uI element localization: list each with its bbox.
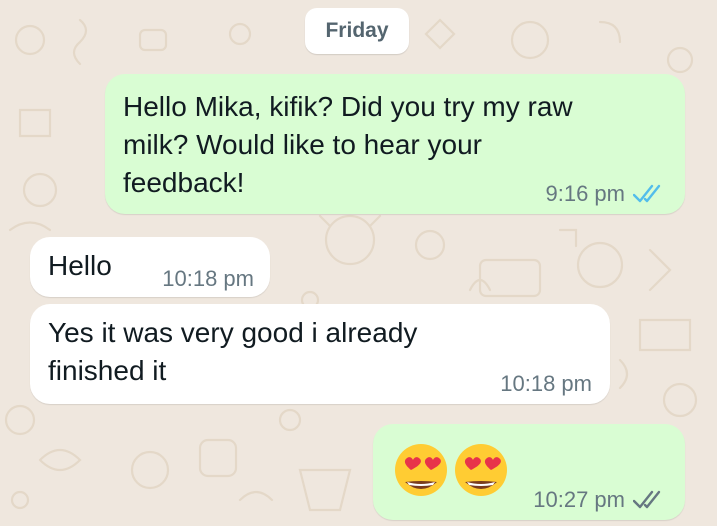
message-meta: 10:18 pm: [500, 372, 592, 396]
message-time: 9:16 pm: [545, 181, 626, 206]
message-time: 10:27 pm: [533, 487, 625, 512]
heart-eyes-emoji-icon: [453, 442, 509, 498]
message-meta: 10:27 pm: [533, 488, 667, 512]
message-bubble-incoming[interactable]: Hello 10:18 pm: [30, 237, 270, 297]
heart-eyes-emoji-icon: [393, 442, 449, 498]
message-bubble-outgoing[interactable]: 10:27 pm: [373, 424, 685, 520]
message-text: Yes it was very good i already finished …: [48, 317, 418, 386]
message-meta: 9:16 pm: [546, 182, 668, 206]
message-bubble-incoming[interactable]: Yes it was very good i already finished …: [30, 304, 610, 404]
message-time: 10:18 pm: [500, 371, 592, 396]
read-double-check-icon: [633, 184, 661, 203]
message-meta: 10:18 pm: [162, 267, 254, 291]
message-time: 10:18 pm: [162, 266, 254, 291]
message-bubble-outgoing[interactable]: Hello Mika, kifik? Did you try my raw mi…: [105, 74, 685, 214]
date-separator: Friday: [305, 8, 409, 54]
message-text: Hello Mika, kifik? Did you try my raw mi…: [123, 91, 573, 198]
delivered-double-check-icon: [633, 490, 661, 509]
